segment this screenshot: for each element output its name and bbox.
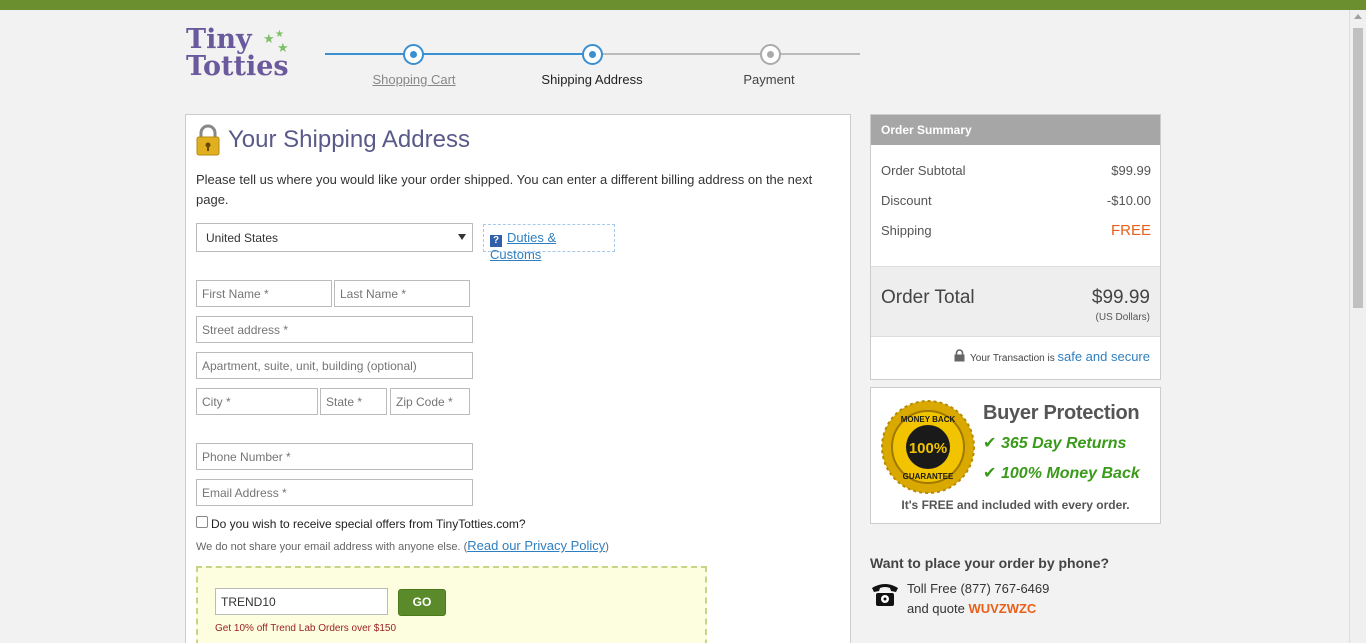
quote-code-line: and quote WUVZWZC	[907, 601, 1036, 616]
progress-line-complete	[325, 53, 593, 55]
promo-go-button[interactable]: GO	[398, 589, 446, 616]
first-name-field[interactable]	[196, 280, 332, 307]
promo-code-input[interactable]	[215, 588, 388, 615]
secure-transaction-note: Your Transaction is safe and secure	[954, 349, 1150, 364]
last-name-field[interactable]	[334, 280, 470, 307]
privacy-note-close: )	[605, 541, 609, 553]
seal-center-text: 100%	[909, 440, 947, 457]
apartment-field[interactable]	[196, 352, 473, 379]
special-offers-label[interactable]: Do you wish to receive special offers fr…	[211, 517, 526, 531]
phone-order-heading: Want to place your order by phone?	[870, 555, 1110, 571]
summary-row-discount: Discount -$10.00	[881, 193, 1151, 208]
country-select-value: United States	[206, 231, 279, 245]
special-offers-checkbox[interactable]	[196, 516, 208, 528]
money-back-line: ✔ 100% Money Back	[983, 463, 1140, 483]
order-total-currency: (US Dollars)	[1095, 312, 1150, 323]
step-dot-shipping	[582, 44, 603, 65]
zip-code-field[interactable]	[390, 388, 470, 415]
promo-note: Get 10% off Trend Lab Orders over $150	[215, 623, 397, 634]
buyer-protection-title: Buyer Protection	[983, 402, 1140, 424]
checkout-progress: Shopping Cart Shipping Address Payment	[325, 42, 860, 92]
email-address-field[interactable]	[196, 479, 473, 506]
duties-customs-box[interactable]: ? Duties & Customs	[483, 224, 615, 262]
phone-number-field[interactable]	[196, 443, 473, 470]
secure-prefix: Your Transaction is	[970, 353, 1058, 364]
seal-bottom-text: GUARANTEE	[903, 472, 954, 481]
logo-text-line1: Tiny	[186, 24, 252, 55]
scroll-up-arrow-icon[interactable]	[1354, 14, 1362, 19]
shipping-intro-text: Please tell us where you would like your…	[196, 172, 813, 207]
buyer-protection-panel: 100% MONEY BACK GUARANTEE Buyer Protecti…	[870, 387, 1161, 524]
help-question-icon: ?	[490, 235, 502, 247]
logo-text-line2: Totties	[186, 51, 289, 82]
shipping-free-value: FREE	[1110, 222, 1151, 239]
privacy-note: We do not share your email address with …	[196, 538, 609, 553]
quote-prefix: and quote	[907, 601, 969, 616]
money-back-seal-icon: 100% MONEY BACK GUARANTEE	[881, 400, 975, 494]
small-lock-icon	[954, 349, 965, 362]
padlock-icon	[196, 124, 220, 156]
seal-top-text: MONEY BACK	[901, 415, 956, 424]
summary-row-label: Shipping	[881, 223, 932, 238]
street-address-field[interactable]	[196, 316, 473, 343]
order-total-box: Order Total $99.99 (US Dollars)	[871, 266, 1160, 337]
dropdown-arrow-icon	[458, 234, 466, 240]
site-logo[interactable]: Tiny Totties ★ ★ ★	[186, 26, 306, 84]
scrollbar-thumb[interactable]	[1353, 28, 1363, 308]
page-scrollbar[interactable]	[1349, 10, 1366, 643]
quote-code: WUVZWZC	[968, 601, 1037, 616]
order-total-value: $99.99	[1091, 287, 1150, 308]
summary-row-value: -$10.00	[1106, 193, 1151, 208]
summary-row-shipping: Shipping FREE	[881, 222, 1151, 239]
progress-line-pending	[593, 53, 860, 55]
checkmark-icon: ✔	[983, 465, 997, 482]
order-total-label: Order Total	[881, 287, 975, 308]
toll-free-number: Toll Free (877) 767-6469	[907, 581, 1050, 596]
step-dot-payment	[760, 44, 781, 65]
order-summary-panel: Order Summary Order Subtotal $99.99 Disc…	[870, 114, 1161, 380]
telephone-icon	[872, 584, 898, 606]
promo-code-box: GO Get 10% off Trend Lab Orders over $15…	[196, 566, 707, 643]
summary-row-subtotal: Order Subtotal $99.99	[881, 163, 1151, 178]
state-field[interactable]	[320, 388, 387, 415]
summary-row-label: Discount	[881, 193, 932, 208]
city-field[interactable]	[196, 388, 318, 415]
order-summary-heading: Order Summary	[871, 115, 1160, 145]
privacy-note-text: We do not share your email address with …	[196, 541, 468, 553]
protection-footer: It's FREE and included with every order.	[901, 498, 1130, 512]
country-select[interactable]: United States	[196, 223, 473, 252]
step-shopping-cart-link[interactable]: Shopping Cart	[344, 72, 484, 87]
shipping-title: Your Shipping Address	[228, 126, 470, 153]
returns-line: ✔ 365 Day Returns	[983, 433, 1126, 453]
summary-row-value: $99.99	[1111, 163, 1151, 178]
summary-row-label: Order Subtotal	[881, 163, 966, 178]
privacy-policy-link[interactable]: Read our Privacy Policy	[467, 538, 605, 553]
returns-text: 365 Day Returns	[1001, 435, 1127, 452]
top-banner-bar	[0, 0, 1366, 10]
step-shipping-address: Shipping Address	[541, 72, 643, 87]
step-payment: Payment	[743, 72, 795, 87]
checkmark-icon: ✔	[983, 435, 997, 452]
step-dot-cart	[403, 44, 424, 65]
money-back-text: 100% Money Back	[1001, 465, 1140, 482]
safe-secure-link[interactable]: safe and secure	[1057, 349, 1150, 364]
